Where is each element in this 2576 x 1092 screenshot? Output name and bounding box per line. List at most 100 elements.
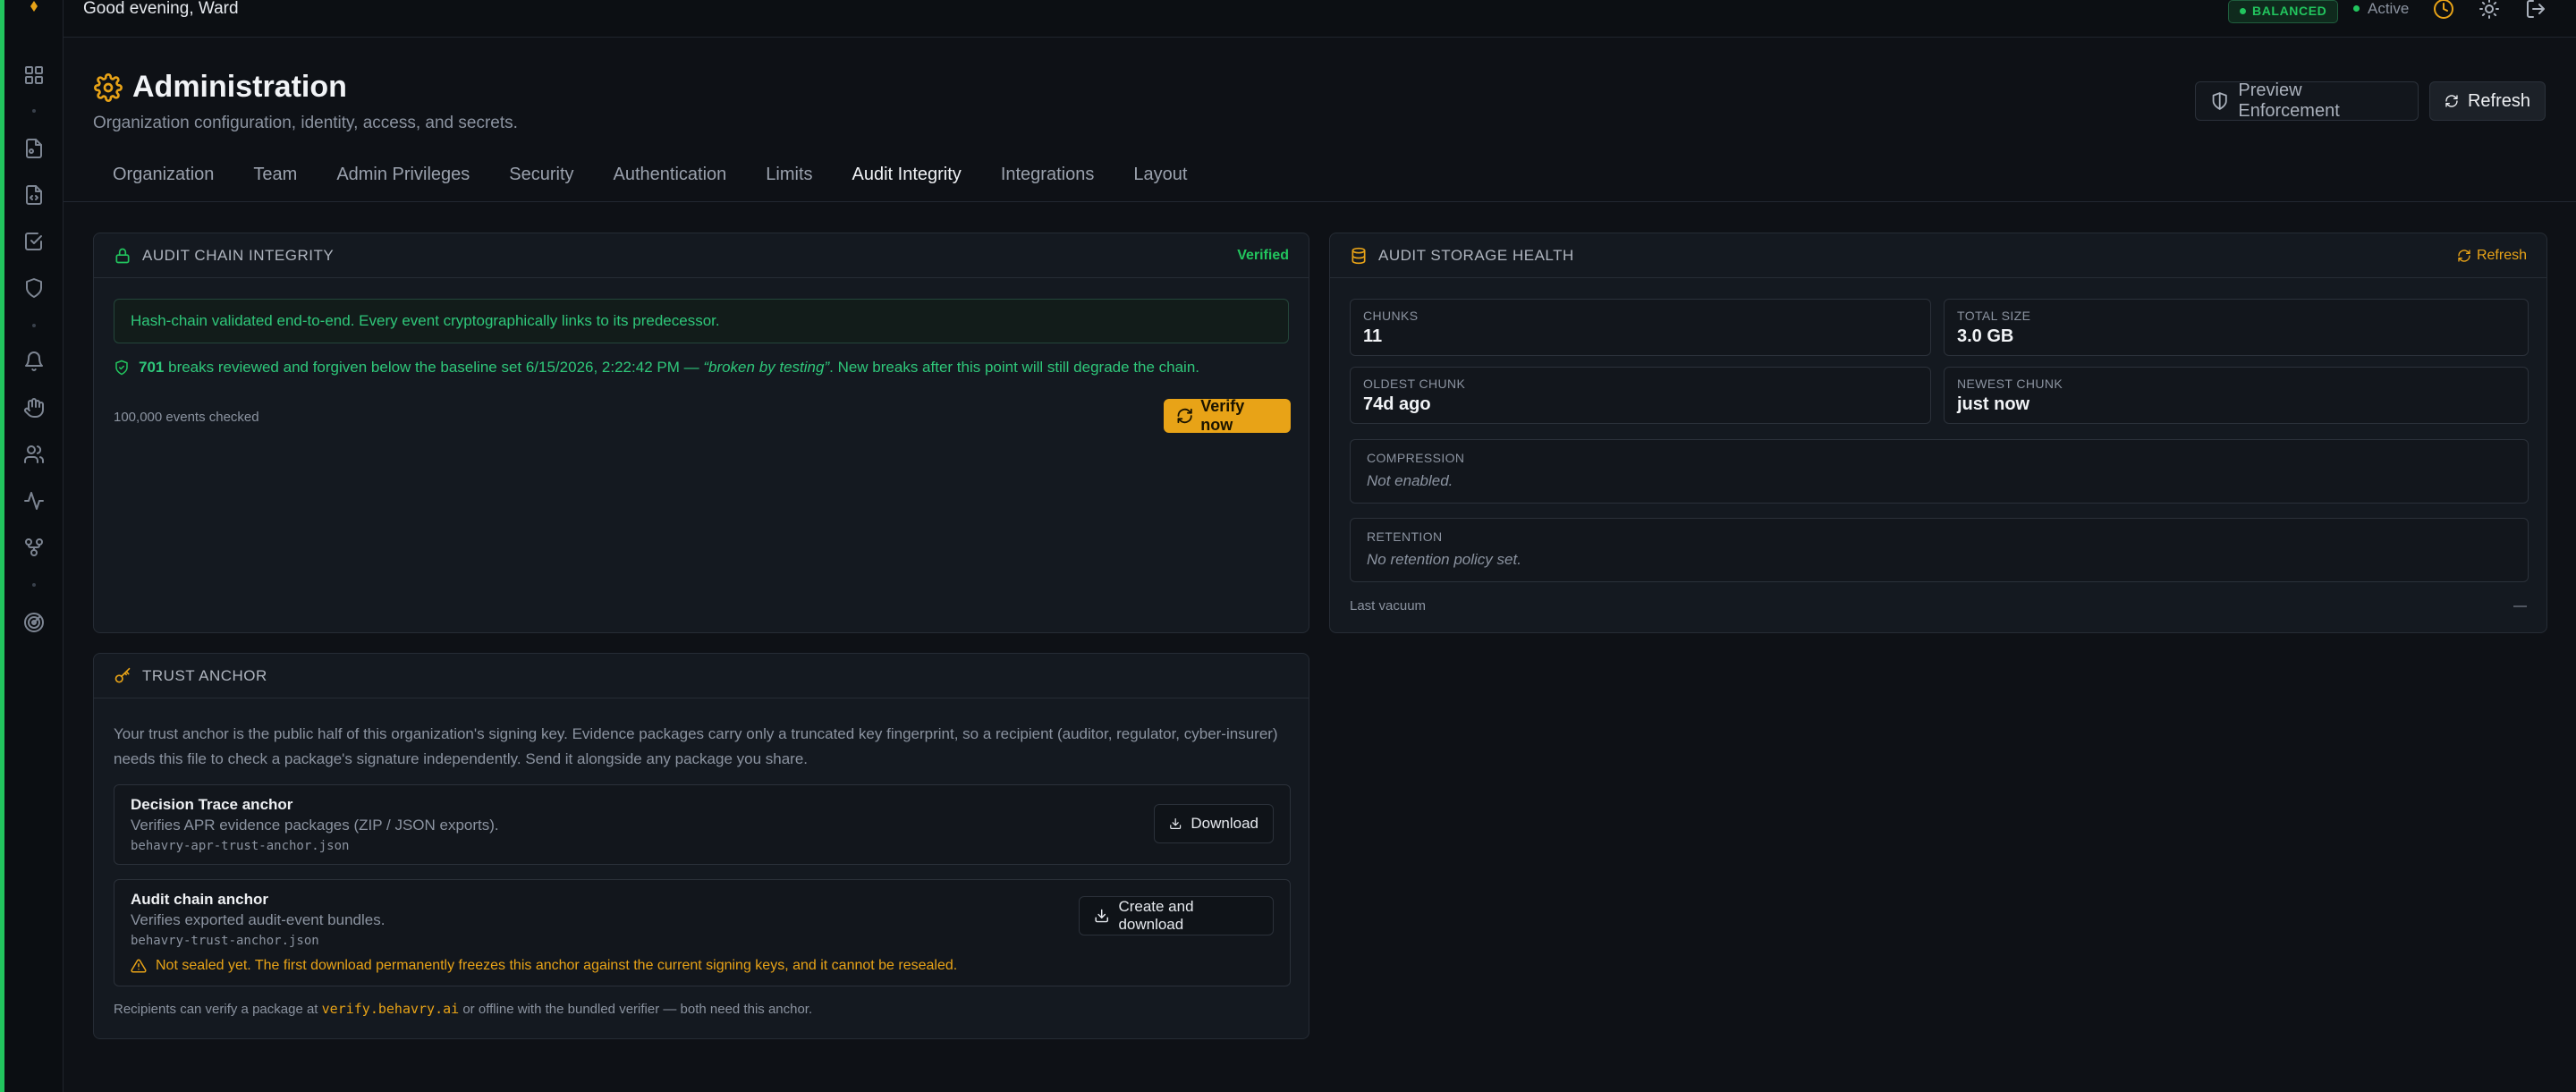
anchor-filename: behavry-trust-anchor.json — [131, 934, 319, 948]
download-label: Download — [1191, 815, 1258, 832]
greeting-text: Good evening, Ward — [83, 0, 239, 18]
events-checked: 100,000 events checked — [114, 410, 259, 425]
shield-icon[interactable] — [21, 275, 47, 301]
activity-icon[interactable] — [21, 488, 47, 513]
create-and-download-label: Create and download — [1118, 898, 1194, 933]
status-indicator: Active — [2353, 0, 2409, 18]
stat-value: just now — [1957, 394, 2030, 414]
document-audio-icon[interactable] — [21, 136, 47, 161]
audit-storage-title: AUDIT STORAGE HEALTH — [1378, 246, 1574, 264]
stat-total-size: TOTAL SIZE 3.0 GB — [1944, 299, 2529, 356]
tab-admin-privileges[interactable]: Admin Privileges — [317, 157, 489, 200]
anchor-filename: behavry-apr-trust-anchor.json — [131, 839, 350, 853]
last-vacuum-label: Last vacuum — [1350, 598, 1427, 614]
sun-icon[interactable] — [2479, 0, 2502, 21]
anchor-desc: Verifies exported audit-event bundles. — [131, 911, 386, 928]
stat-value: 11 — [1363, 326, 1383, 346]
clock-icon[interactable] — [2433, 0, 2456, 21]
tab-limits[interactable]: Limits — [746, 157, 832, 200]
refresh-icon — [1177, 408, 1192, 424]
tab-team[interactable]: Team — [233, 157, 317, 200]
verified-status: Verified — [1237, 248, 1289, 263]
hand-icon[interactable] — [21, 395, 47, 420]
dashboard-icon[interactable] — [21, 63, 47, 88]
logout-icon[interactable] — [2525, 0, 2548, 21]
refresh-icon — [2458, 250, 2470, 262]
anchor-title: Audit chain anchor — [131, 891, 268, 908]
not-sealed-warning: Not sealed yet. The first download perma… — [131, 958, 957, 974]
workflow-icon[interactable] — [21, 535, 47, 560]
breaks-tail: . New breaks after this point will still… — [829, 359, 1199, 376]
storage-refresh-button[interactable]: Refresh — [2457, 248, 2527, 264]
tab-authentication[interactable]: Authentication — [594, 157, 747, 200]
breaks-summary: 701 breaks reviewed and forgiven below t… — [114, 359, 1199, 377]
stat-value: 74d ago — [1363, 394, 1431, 414]
gear-icon — [94, 73, 123, 102]
stat-chunks: CHUNKS 11 — [1350, 299, 1931, 356]
audit-chain-header: AUDIT CHAIN INTEGRITY Verified — [94, 233, 1309, 278]
anchor-title: Decision Trace anchor — [131, 796, 293, 813]
trust-anchor-card: TRUST ANCHOR Your trust anchor is the pu… — [93, 653, 1309, 1039]
trust-anchor-title: TRUST ANCHOR — [142, 666, 267, 684]
users-icon[interactable] — [21, 442, 47, 467]
tab-organization[interactable]: Organization — [93, 157, 233, 200]
audit-chain-title: AUDIT CHAIN INTEGRITY — [142, 246, 335, 264]
stat-value: 3.0 GB — [1957, 326, 2014, 346]
audit-chain-card: AUDIT CHAIN INTEGRITY Verified Hash-chai… — [93, 233, 1309, 633]
download-button[interactable]: Download — [1154, 804, 1274, 843]
topbar: Good evening, Ward BALANCED Active — [64, 0, 2576, 38]
page-title: Administration — [132, 70, 347, 104]
trust-footer: Recipients can verify a package at verif… — [114, 1001, 812, 1017]
verify-now-button[interactable]: Verify now — [1164, 397, 1291, 434]
trust-intro: Your trust anchor is the public half of … — [114, 722, 1294, 772]
sidebar-separator — [32, 109, 36, 113]
breaks-reason: “broken by testing” — [703, 359, 830, 376]
verify-now-label: Verify now — [1200, 397, 1245, 434]
chain-validated-text: Hash-chain validated end-to-end. Every e… — [131, 312, 720, 329]
stat-label: NEWEST CHUNK — [1957, 377, 2063, 391]
sidebar — [4, 0, 64, 1092]
sidebar-separator — [32, 583, 36, 587]
stat-label: TOTAL SIZE — [1957, 309, 2031, 323]
shield-check-icon — [115, 360, 128, 376]
create-and-download-button[interactable]: Create and download — [1079, 896, 1274, 935]
stat-label: COMPRESSION — [1367, 451, 1465, 465]
preview-enforcement-button[interactable]: Preview Enforcement — [2195, 80, 2419, 121]
trust-intro-line: Your trust anchor is the public half of … — [114, 725, 1278, 742]
trust-anchor-header: TRUST ANCHOR — [94, 654, 1309, 698]
tab-security[interactable]: Security — [489, 157, 593, 200]
tab-bar: Organization Team Admin Privileges Secur… — [93, 157, 1207, 200]
stat-value: Not enabled. — [1367, 472, 1453, 489]
stat-value: No retention policy set. — [1367, 551, 1521, 568]
refresh-label: Refresh — [2467, 90, 2530, 111]
tab-layout[interactable]: Layout — [1114, 157, 1207, 200]
verify-link[interactable]: verify.behavry.ai — [322, 1001, 460, 1017]
refresh-button[interactable]: Refresh — [2429, 81, 2546, 121]
tab-integrations[interactable]: Integrations — [981, 157, 1114, 200]
preview-enforcement-label: Preview Enforcement — [2238, 80, 2340, 121]
trust-footer-pre: Recipients can verify a package at — [114, 1002, 318, 1017]
key-icon — [114, 667, 131, 685]
document-code-icon[interactable] — [21, 182, 47, 207]
breaks-text: breaks reviewed and forgiven below the b… — [168, 359, 699, 376]
chain-validated-banner: Hash-chain validated end-to-end. Every e… — [114, 299, 1289, 343]
stat-label: OLDEST CHUNK — [1363, 377, 1466, 391]
mode-badge[interactable]: BALANCED — [2228, 0, 2339, 23]
lock-icon — [114, 247, 131, 265]
decision-trace-anchor: Decision Trace anchor Verifies APR evide… — [114, 784, 1291, 865]
bell-icon[interactable] — [21, 349, 47, 374]
checkbox-icon[interactable] — [21, 229, 47, 254]
database-icon — [1350, 247, 1368, 265]
download-icon — [1170, 818, 1182, 829]
audit-storage-card: AUDIT STORAGE HEALTH Refresh CHUNKS 11 T… — [1329, 233, 2547, 633]
tab-audit-integrity[interactable]: Audit Integrity — [833, 157, 981, 200]
audit-chain-anchor: Audit chain anchor Verifies exported aud… — [114, 879, 1291, 986]
stat-compression: COMPRESSION Not enabled. — [1350, 439, 2529, 504]
trust-footer-post: or offline with the bundled verifier — b… — [462, 1002, 813, 1017]
radar-icon[interactable] — [21, 610, 47, 635]
sidebar-separator — [32, 324, 36, 327]
download-icon — [1095, 909, 1108, 923]
breaks-count: 701 — [139, 359, 165, 376]
logo-icon[interactable] — [21, 0, 47, 16]
stat-retention: RETENTION No retention policy set. — [1350, 518, 2529, 582]
